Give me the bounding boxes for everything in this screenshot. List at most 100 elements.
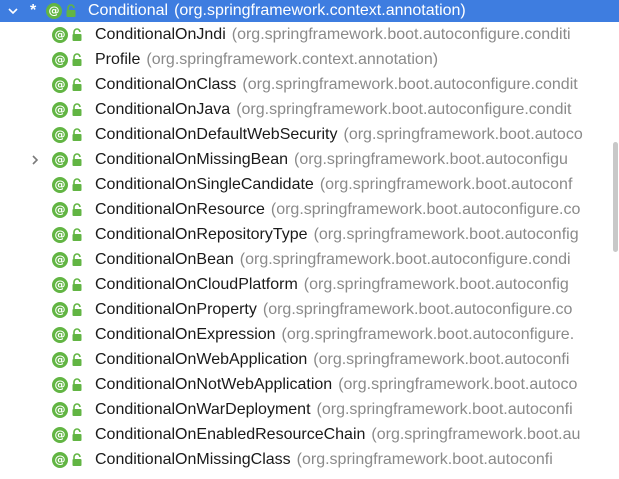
class-name: ConditionalOnClass bbox=[95, 76, 237, 93]
package-name: (org.springframework.boot.autoconfigu bbox=[294, 151, 568, 168]
package-name: (org.springframework.boot.autoconfigure.… bbox=[242, 76, 578, 93]
public-lock-icon bbox=[72, 27, 82, 41]
annotation-icon: @ bbox=[52, 126, 68, 143]
scrollbar-thumb[interactable] bbox=[613, 142, 618, 252]
annotation-icon: @ bbox=[52, 326, 68, 343]
tree-row[interactable]: @ ConditionalOnWarDeployment (org.springfr… bbox=[0, 397, 619, 422]
annotation-icon: @ bbox=[52, 151, 68, 168]
package-name: (org.springframework.boot.autoco bbox=[338, 376, 578, 393]
annotation-icon: @ bbox=[46, 3, 62, 19]
package-name: (org.springframework.boot.autoconfi bbox=[296, 451, 553, 468]
tree-row-label: Conditional (org.springframework.context… bbox=[88, 0, 466, 22]
tree-row[interactable]: @ ConditionalOnEnabledResourceChain (org.s… bbox=[0, 422, 619, 447]
class-name: ConditionalOnSingleCandidate bbox=[95, 176, 314, 193]
tree-row[interactable]: @ ConditionalOnResource (org.springframewo… bbox=[0, 197, 619, 222]
class-name: ConditionalOnProperty bbox=[95, 301, 257, 318]
annotation-icon: @ bbox=[52, 101, 68, 118]
tree-row-label: ConditionalOnNotWebApplication (org.sprin… bbox=[95, 372, 577, 397]
class-name: ConditionalOnBean bbox=[95, 251, 234, 268]
class-name: ConditionalOnWebApplication bbox=[95, 351, 308, 368]
tree-row[interactable]: @ ConditionalOnNotWebApplication (org.spri… bbox=[0, 372, 619, 397]
public-lock-icon bbox=[72, 302, 82, 316]
annotation-icon: @ bbox=[52, 401, 68, 418]
icon-group: @ bbox=[52, 276, 86, 294]
icon-group: @ bbox=[52, 76, 86, 94]
icon-group: @ bbox=[52, 326, 86, 344]
icon-group: @ bbox=[52, 126, 86, 144]
vertical-scrollbar[interactable] bbox=[612, 22, 619, 479]
tree-row[interactable]: @ ConditionalOnSingleCandidate (org.spring… bbox=[0, 172, 619, 197]
package-name: (org.springframework.boot.autoconfigure.… bbox=[231, 26, 571, 43]
tree-row-label: Profile (org.springframework.context.anno… bbox=[95, 47, 438, 72]
tree-row[interactable]: @ ConditionalOnCloudPlatform (org.springfr… bbox=[0, 272, 619, 297]
public-lock-icon bbox=[72, 127, 82, 141]
chevron-down-icon[interactable] bbox=[6, 0, 20, 22]
icon-group: @ bbox=[52, 251, 86, 269]
public-lock-icon bbox=[72, 277, 82, 291]
tree-row-label: ConditionalOnProperty (org.springframewor… bbox=[95, 297, 572, 322]
tree-row-label: ConditionalOnMissingClass (org.springfram… bbox=[95, 447, 553, 472]
class-name: ConditionalOnDefaultWebSecurity bbox=[95, 126, 338, 143]
annotation-icon: @ bbox=[52, 51, 68, 68]
public-lock-icon bbox=[72, 377, 82, 391]
annotation-icon: @ bbox=[52, 201, 68, 218]
icon-group: @ bbox=[52, 151, 86, 169]
tree-row-label: ConditionalOnClass (org.springframework.b… bbox=[95, 72, 578, 97]
tree-row-label: ConditionalOnBean (org.springframework.bo… bbox=[95, 247, 571, 272]
icon-group: @ bbox=[52, 401, 86, 419]
tree-row[interactable]: @ ConditionalOnJava (org.springframework.b… bbox=[0, 97, 619, 122]
tree-row-label: ConditionalOnJava (org.springframework.bo… bbox=[95, 97, 572, 122]
public-lock-icon bbox=[72, 427, 82, 441]
package-name: (org.springframework.boot.autoconfig bbox=[313, 226, 579, 243]
package-name: (org.springframework.context.annotation) bbox=[174, 2, 466, 19]
tree-row[interactable]: @ Profile (org.springframework.context.ann… bbox=[0, 47, 619, 72]
package-name: (org.springframework.boot.autoconfig bbox=[303, 276, 569, 293]
package-name: (org.springframework.boot.au bbox=[371, 426, 581, 443]
class-name: ConditionalOnWarDeployment bbox=[95, 401, 311, 418]
icon-group: @ bbox=[52, 451, 86, 469]
tree-row[interactable]: @ ConditionalOnProperty (org.springframewo… bbox=[0, 297, 619, 322]
tree-row-label: ConditionalOnExpression (org.springframew… bbox=[95, 322, 574, 347]
class-name: ConditionalOnCloudPlatform bbox=[95, 276, 298, 293]
icon-group: @ bbox=[52, 301, 86, 319]
annotation-icon: @ bbox=[52, 376, 68, 393]
chevron-right-icon[interactable] bbox=[28, 147, 42, 172]
tree-row[interactable]: @ ConditionalOnMissingClass (org.springfra… bbox=[0, 447, 619, 472]
icon-group: @ bbox=[52, 226, 86, 244]
tree-row[interactable]: @ ConditionalOnWebApplication (org.springf… bbox=[0, 347, 619, 372]
tree-row-label: ConditionalOnMissingBean (org.springframe… bbox=[95, 147, 568, 172]
annotation-icon: @ bbox=[52, 426, 68, 443]
icon-group: @ bbox=[52, 351, 86, 369]
tree-row[interactable]: @ ConditionalOnDefaultWebSecurity (org.spr… bbox=[0, 122, 619, 147]
icon-group: @ bbox=[52, 426, 86, 444]
package-name: (org.springframework.boot.autoconfi bbox=[313, 351, 570, 368]
public-lock-icon bbox=[72, 252, 82, 266]
public-lock-icon bbox=[72, 402, 82, 416]
icon-group: @ bbox=[52, 176, 86, 194]
public-lock-icon bbox=[72, 52, 82, 66]
annotation-icon: @ bbox=[52, 276, 68, 293]
tree-row[interactable]: @ ConditionalOnClass (org.springframework.… bbox=[0, 72, 619, 97]
public-lock-icon bbox=[72, 152, 82, 166]
public-lock-icon bbox=[72, 452, 82, 466]
package-name: (org.springframework.context.annotation) bbox=[146, 51, 439, 68]
tree-row-label: ConditionalOnWarDeployment (org.springfra… bbox=[95, 397, 573, 422]
tree-row[interactable]: @ ConditionalOnJndi (org.springframework.b… bbox=[0, 22, 619, 47]
class-name: ConditionalOnRepositoryType bbox=[95, 226, 308, 243]
package-name: (org.springframework.boot.autoconfigure.… bbox=[236, 101, 572, 118]
icon-group: @ bbox=[52, 51, 86, 69]
annotation-icon: @ bbox=[52, 76, 68, 93]
public-lock-icon bbox=[72, 177, 82, 191]
public-lock-icon bbox=[72, 102, 82, 116]
tree-row-root[interactable]: * @ Conditional (org.springframework.con… bbox=[0, 0, 619, 22]
class-name: ConditionalOnResource bbox=[95, 201, 265, 218]
class-name: Conditional bbox=[88, 2, 169, 19]
tree-row-label: ConditionalOnSingleCandidate (org.springf… bbox=[95, 172, 572, 197]
tree-row[interactable]: @ ConditionalOnRepositoryType (org.springf… bbox=[0, 222, 619, 247]
tree-row[interactable]: @ ConditionalOnExpression (org.springframe… bbox=[0, 322, 619, 347]
public-lock-icon bbox=[72, 77, 82, 91]
tree-row[interactable]: @ ConditionalOnBean (org.springframework.b… bbox=[0, 247, 619, 272]
package-name: (org.springframework.boot.autoconfigure.… bbox=[270, 201, 581, 218]
tree-row[interactable]: @ ConditionalOnMissingBean (org.springfram… bbox=[0, 147, 619, 172]
icon-group: @ bbox=[52, 26, 86, 44]
